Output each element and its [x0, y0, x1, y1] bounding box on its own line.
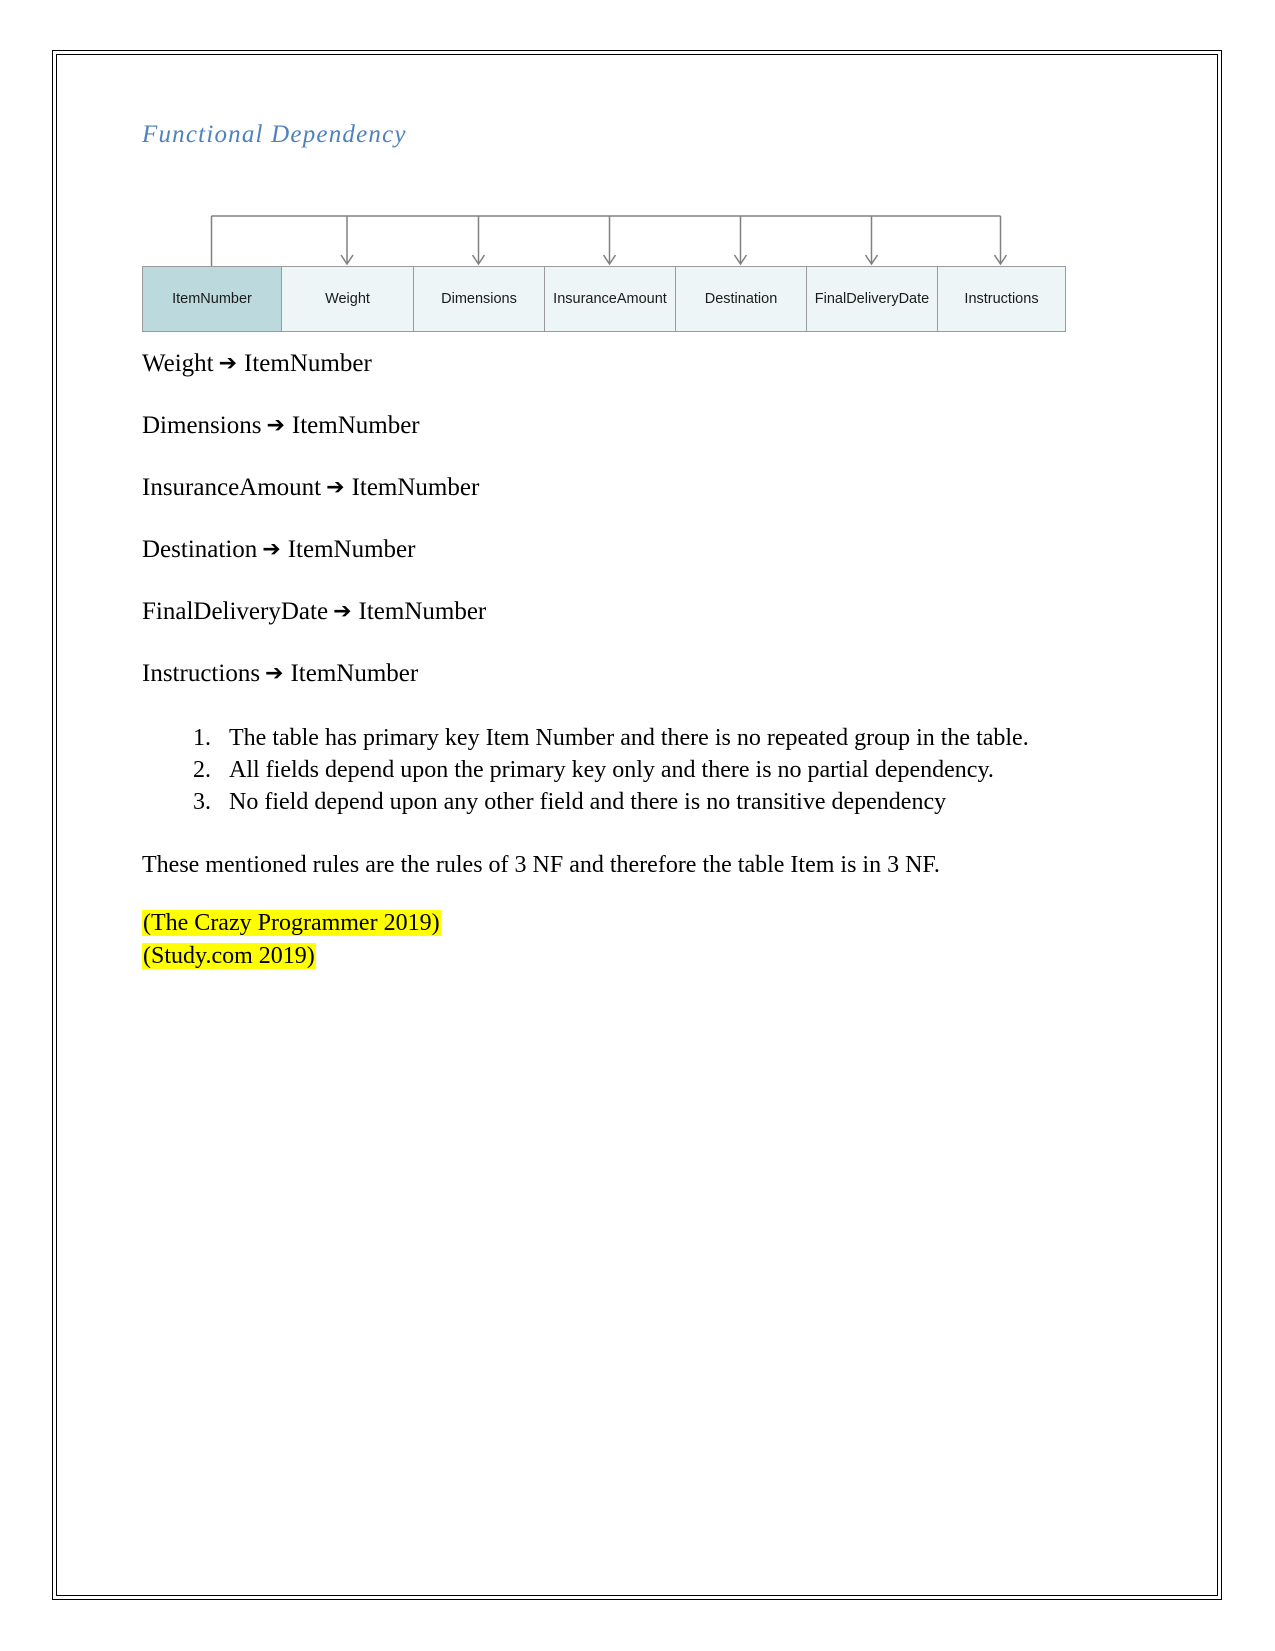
page-title: Functional Dependency [142, 121, 407, 148]
normalization-rules-list: The table has primary key Item Number an… [142, 723, 1082, 819]
attribute-cell-dimensions: Dimensions [414, 267, 545, 331]
right-arrow-icon: ➔ [262, 537, 281, 562]
attribute-cell-instructions: Instructions [938, 267, 1065, 331]
dependency-statement: Instructions ➔ ItemNumber [142, 661, 1082, 686]
document-content: Functional Dependency ItemNumber Weight Di… [142, 120, 1082, 973]
right-arrow-icon: ➔ [266, 413, 285, 438]
dependent-label: ItemNumber [351, 474, 480, 501]
dependency-statement: Weight ➔ ItemNumber [142, 351, 1082, 376]
dependent-label: ItemNumber [290, 660, 419, 687]
attribute-cell-finaldeliverydate: FinalDeliveryDate [807, 267, 938, 331]
right-arrow-icon: ➔ [218, 351, 238, 376]
determinant-label: Dimensions [142, 412, 262, 439]
citation-line: (The Crazy Programmer 2019) [142, 907, 1082, 940]
dependent-label: ItemNumber [358, 598, 487, 625]
determinant-label: InsuranceAmount [142, 474, 322, 501]
attribute-cell-insuranceamount: InsuranceAmount [545, 267, 676, 331]
attribute-cell-weight: Weight [282, 267, 414, 331]
citation-line: (Study.com 2019) [142, 940, 1082, 973]
citation-block: (The Crazy Programmer 2019) (Study.com 20… [142, 907, 1082, 973]
right-arrow-icon: ➔ [326, 475, 345, 500]
determinant-label: Destination [142, 536, 258, 563]
attribute-cell-itemnumber: ItemNumber [143, 267, 282, 331]
dependent-label: ItemNumber [287, 536, 416, 563]
attribute-table: ItemNumber Weight Dimensions InsuranceAmoun… [142, 266, 1066, 332]
dependent-label: ItemNumber [291, 412, 420, 439]
determinant-label: Instructions [142, 660, 261, 687]
rule-item: The table has primary key Item Number an… [217, 723, 1082, 755]
rule-item: No field depend upon any other field and… [217, 787, 1082, 819]
dependent-label: ItemNumber [244, 350, 372, 377]
right-arrow-icon: ➔ [333, 599, 352, 624]
determinant-label: FinalDeliveryDate [142, 598, 329, 625]
dependency-statement: FinalDeliveryDate ➔ ItemNumber [142, 599, 1082, 624]
dependency-statement: Dimensions ➔ ItemNumber [142, 413, 1082, 438]
functional-dependency-diagram: ItemNumber Weight Dimensions InsuranceAmoun… [142, 208, 1077, 333]
highlighted-citation-text: (Study.com 2019) [142, 942, 316, 969]
dependency-statement: InsuranceAmount ➔ ItemNumber [142, 475, 1082, 500]
determinant-label: Weight [142, 350, 214, 377]
attribute-cell-destination: Destination [676, 267, 807, 331]
highlighted-citation-text: (The Crazy Programmer 2019) [142, 909, 441, 936]
right-arrow-icon: ➔ [265, 661, 284, 686]
closing-paragraph: These mentioned rules are the rules of 3… [142, 851, 940, 878]
dependency-statement-list: Weight ➔ ItemNumber Dimensions ➔ ItemNumber In… [142, 351, 1082, 686]
dependency-statement: Destination ➔ ItemNumber [142, 537, 1082, 562]
rule-item: All fields depend upon the primary key o… [217, 755, 1082, 787]
